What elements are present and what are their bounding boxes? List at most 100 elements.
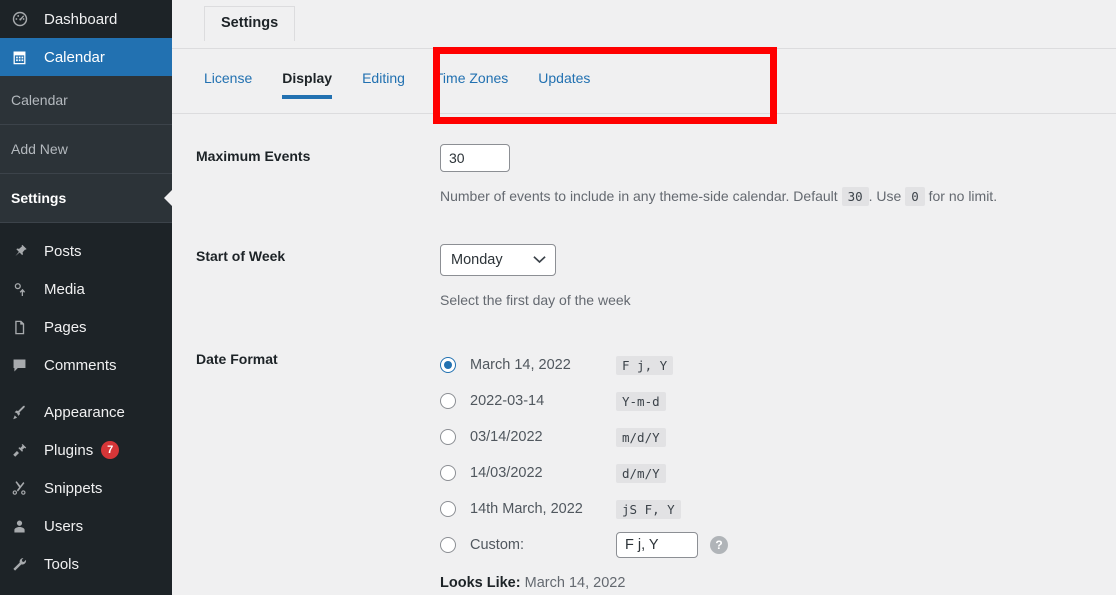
- sidebar-item-snippets[interactable]: Snippets: [0, 469, 172, 507]
- date-format-code: Y-m-d: [616, 392, 666, 411]
- sidebar-item-label: Users: [44, 519, 83, 534]
- wrench-icon: [11, 554, 35, 574]
- date-format-option-d-m-y[interactable]: 14/03/2022 d/m/Y: [440, 455, 1116, 491]
- sidebar-item-label: Posts: [44, 244, 82, 259]
- custom-format-label: Custom:: [470, 537, 616, 553]
- sidebar-item-comments[interactable]: Comments: [0, 346, 172, 384]
- plug-icon: [11, 440, 35, 460]
- looks-like-label: Looks Like:: [440, 575, 521, 591]
- date-format-radio-group: March 14, 2022 F j, Y 2022-03-14 Y-m-d 0…: [440, 347, 1116, 563]
- calendar-submenu: Calendar Add New Settings: [0, 76, 172, 223]
- sidebar-subitem-calendar[interactable]: Calendar: [0, 76, 172, 125]
- maximum-events-label: Maximum Events: [196, 144, 440, 207]
- help-icon[interactable]: ?: [710, 536, 728, 554]
- sidebar-item-label: Snippets: [44, 481, 102, 496]
- sidebar-item-dashboard[interactable]: Dashboard: [0, 0, 172, 38]
- plugins-update-badge: 7: [101, 441, 119, 459]
- tab-license[interactable]: License: [204, 71, 252, 103]
- sidebar-item-label: Tools: [44, 557, 79, 572]
- looks-like-value: March 14, 2022: [525, 575, 626, 591]
- zero-value-code: 0: [905, 187, 925, 206]
- calendar-icon: [11, 47, 35, 67]
- date-format-sample: 14/03/2022: [470, 465, 616, 481]
- radio-button[interactable]: [440, 429, 456, 445]
- radio-button[interactable]: [440, 537, 456, 553]
- pages-icon: [11, 317, 35, 337]
- sidebar-item-tools[interactable]: Tools: [0, 545, 172, 583]
- help-text-pre: Number of events to include in any theme…: [440, 188, 838, 204]
- brush-icon: [11, 402, 35, 422]
- radio-button[interactable]: [440, 393, 456, 409]
- sidebar-item-label: Calendar: [44, 50, 105, 65]
- sidebar-subitem-label: Settings: [11, 190, 66, 206]
- start-of-week-help: Select the first day of the week: [440, 290, 1116, 311]
- sidebar-subitem-add-new[interactable]: Add New: [0, 125, 172, 174]
- date-format-sample: 14th March, 2022: [470, 501, 616, 517]
- pin-icon: [11, 241, 35, 261]
- tab-time-zones[interactable]: Time Zones: [435, 71, 508, 103]
- form-row-maximum-events: Maximum Events Number of events to inclu…: [172, 114, 1116, 207]
- date-format-code: m/d/Y: [616, 428, 666, 447]
- sidebar-subitem-label: Add New: [11, 141, 68, 157]
- sidebar-item-users[interactable]: Users: [0, 507, 172, 545]
- date-format-sample: March 14, 2022: [470, 357, 616, 373]
- help-text-mid: . Use: [869, 188, 902, 204]
- menu-separator: [0, 223, 172, 232]
- settings-card-tab-row: Settings: [172, 0, 1116, 48]
- dashboard-gauge-icon: [11, 9, 35, 29]
- media-icon: [11, 279, 35, 299]
- sidebar-subitem-label: Calendar: [11, 92, 68, 108]
- radio-button[interactable]: [440, 357, 456, 373]
- date-format-option-m-d-y[interactable]: 03/14/2022 m/d/Y: [440, 419, 1116, 455]
- sidebar-item-label: Dashboard: [44, 12, 117, 27]
- date-format-label: Date Format: [196, 347, 440, 591]
- user-icon: [11, 516, 35, 536]
- scissors-icon: [11, 478, 35, 498]
- settings-subtab-nav: License Display Editing Time Zones Updat…: [172, 48, 1116, 114]
- sidebar-item-label: Appearance: [44, 405, 125, 420]
- date-format-code: F j, Y: [616, 356, 673, 375]
- date-format-option-f-j-y[interactable]: March 14, 2022 F j, Y: [440, 347, 1116, 383]
- date-format-option-custom[interactable]: Custom: ?: [440, 527, 1116, 563]
- tab-editing[interactable]: Editing: [362, 71, 405, 103]
- maximum-events-help: Number of events to include in any theme…: [440, 186, 1116, 207]
- radio-button[interactable]: [440, 465, 456, 481]
- date-format-option-y-m-d[interactable]: 2022-03-14 Y-m-d: [440, 383, 1116, 419]
- menu-separator-2: [0, 384, 172, 393]
- tab-display[interactable]: Display: [282, 71, 332, 103]
- date-format-sample: 03/14/2022: [470, 429, 616, 445]
- sidebar-item-media[interactable]: Media: [0, 270, 172, 308]
- sidebar-item-label: Comments: [44, 358, 117, 373]
- sidebar-subitem-settings[interactable]: Settings: [0, 174, 172, 223]
- date-format-sample: 2022-03-14: [470, 393, 616, 409]
- start-of-week-label: Start of Week: [196, 244, 440, 311]
- tab-updates[interactable]: Updates: [538, 71, 590, 103]
- sidebar-item-label: Pages: [44, 320, 87, 335]
- maximum-events-input[interactable]: [440, 144, 510, 172]
- wordpress-admin-screen: Dashboard Calendar Calendar Add New Sett…: [0, 0, 1116, 595]
- tab-settings-card[interactable]: Settings: [204, 6, 295, 41]
- sidebar-item-label: Media: [44, 282, 85, 297]
- sidebar-item-appearance[interactable]: Appearance: [0, 393, 172, 431]
- sidebar-item-posts[interactable]: Posts: [0, 232, 172, 270]
- display-settings-form: Maximum Events Number of events to inclu…: [172, 114, 1116, 591]
- start-of-week-select-wrap: Monday: [440, 244, 556, 276]
- radio-button[interactable]: [440, 501, 456, 517]
- sidebar-item-label: Plugins: [44, 443, 93, 458]
- date-format-code: d/m/Y: [616, 464, 666, 483]
- sidebar-item-pages[interactable]: Pages: [0, 308, 172, 346]
- date-format-code: jS F, Y: [616, 500, 681, 519]
- start-of-week-select[interactable]: Monday: [440, 244, 556, 276]
- settings-main-content: Settings License Display Editing Time Zo…: [172, 0, 1116, 595]
- form-row-date-format: Date Format March 14, 2022 F j, Y 2022-0…: [172, 311, 1116, 591]
- looks-like-preview: Looks Like: March 14, 2022: [440, 575, 1116, 591]
- admin-sidebar-menu: Dashboard Calendar Calendar Add New Sett…: [0, 0, 172, 595]
- default-value-code: 30: [842, 187, 869, 206]
- comment-icon: [11, 355, 35, 375]
- custom-format-input[interactable]: [616, 532, 698, 558]
- sidebar-item-plugins[interactable]: Plugins 7: [0, 431, 172, 469]
- sidebar-item-calendar[interactable]: Calendar: [0, 38, 172, 76]
- help-text-post: for no limit.: [929, 188, 997, 204]
- form-row-start-of-week: Start of Week Monday Select the first da…: [172, 207, 1116, 311]
- date-format-option-js-f-y[interactable]: 14th March, 2022 jS F, Y: [440, 491, 1116, 527]
